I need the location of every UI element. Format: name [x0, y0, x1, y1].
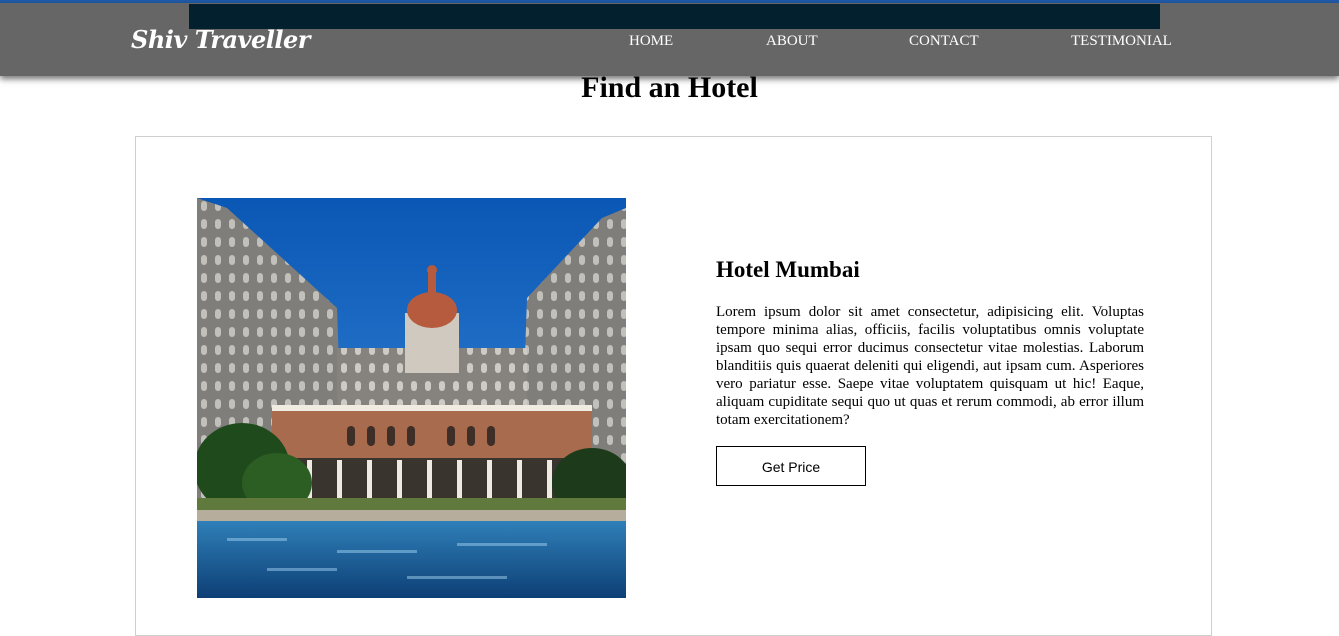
hotel-description: Lorem ipsum dolor sit amet consectetur, … [716, 304, 1144, 428]
hotel-image [197, 198, 626, 598]
nav-link-about[interactable]: ABOUT [766, 32, 818, 50]
nav-link-contact[interactable]: CONTACT [909, 32, 979, 50]
hotel-card: Hotel Mumbai Lorem ipsum dolor sit amet … [135, 136, 1212, 636]
hotel-info: Hotel Mumbai Lorem ipsum dolor sit amet … [716, 255, 1144, 486]
nav-link-home[interactable]: HOME [629, 32, 673, 50]
brand-logo[interactable]: Shiv Traveller [131, 25, 310, 55]
get-price-button[interactable]: Get Price [716, 446, 866, 486]
nav-link-testimonial[interactable]: TESTIMONIAL [1071, 32, 1172, 50]
nav-dark-strip [189, 4, 1160, 29]
hotel-name: Hotel Mumbai [716, 257, 860, 282]
navbar: Shiv Traveller HOME ABOUT CONTACT TESTIM… [0, 3, 1339, 76]
